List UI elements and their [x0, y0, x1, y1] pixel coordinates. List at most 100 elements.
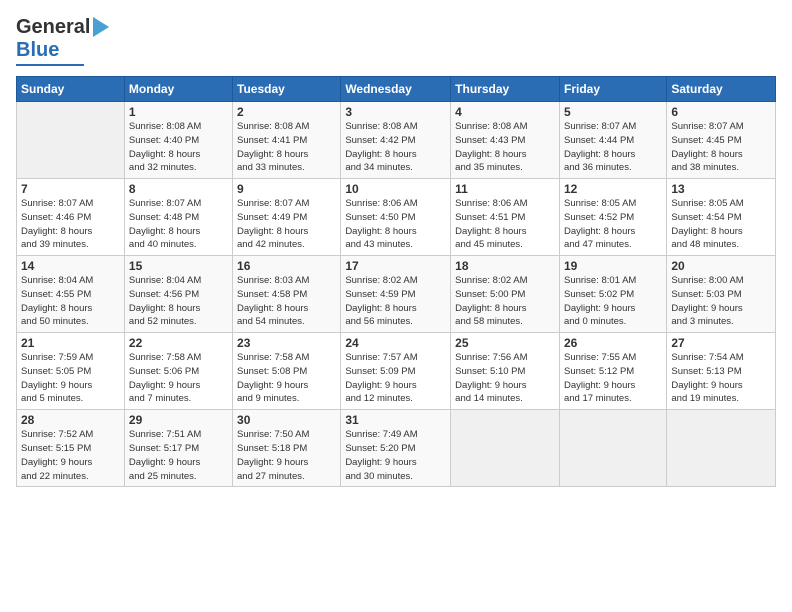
- day-info: Sunrise: 8:07 AM Sunset: 4:48 PM Dayligh…: [129, 197, 228, 252]
- day-number: 7: [21, 182, 120, 196]
- calendar-cell: 1Sunrise: 8:08 AM Sunset: 4:40 PM Daylig…: [124, 102, 232, 179]
- calendar-cell: [667, 410, 776, 487]
- day-info: Sunrise: 8:02 AM Sunset: 5:00 PM Dayligh…: [455, 274, 555, 329]
- day-number: 5: [564, 105, 662, 119]
- day-number: 28: [21, 413, 120, 427]
- day-number: 25: [455, 336, 555, 350]
- day-number: 21: [21, 336, 120, 350]
- day-number: 26: [564, 336, 662, 350]
- day-info: Sunrise: 8:07 AM Sunset: 4:46 PM Dayligh…: [21, 197, 120, 252]
- calendar-cell: 2Sunrise: 8:08 AM Sunset: 4:41 PM Daylig…: [233, 102, 341, 179]
- day-info: Sunrise: 8:04 AM Sunset: 4:55 PM Dayligh…: [21, 274, 120, 329]
- day-info: Sunrise: 7:49 AM Sunset: 5:20 PM Dayligh…: [345, 428, 446, 483]
- day-number: 11: [455, 182, 555, 196]
- calendar-cell: [17, 102, 125, 179]
- day-number: 16: [237, 259, 336, 273]
- day-number: 14: [21, 259, 120, 273]
- calendar-cell: 17Sunrise: 8:02 AM Sunset: 4:59 PM Dayli…: [341, 256, 451, 333]
- calendar-cell: 21Sunrise: 7:59 AM Sunset: 5:05 PM Dayli…: [17, 333, 125, 410]
- week-row-4: 28Sunrise: 7:52 AM Sunset: 5:15 PM Dayli…: [17, 410, 776, 487]
- day-info: Sunrise: 8:05 AM Sunset: 4:52 PM Dayligh…: [564, 197, 662, 252]
- calendar-cell: 8Sunrise: 8:07 AM Sunset: 4:48 PM Daylig…: [124, 179, 232, 256]
- day-info: Sunrise: 7:52 AM Sunset: 5:15 PM Dayligh…: [21, 428, 120, 483]
- calendar-cell: 12Sunrise: 8:05 AM Sunset: 4:52 PM Dayli…: [559, 179, 666, 256]
- day-number: 4: [455, 105, 555, 119]
- week-row-0: 1Sunrise: 8:08 AM Sunset: 4:40 PM Daylig…: [17, 102, 776, 179]
- day-header-sunday: Sunday: [17, 77, 125, 102]
- day-header-saturday: Saturday: [667, 77, 776, 102]
- day-header-wednesday: Wednesday: [341, 77, 451, 102]
- day-info: Sunrise: 7:50 AM Sunset: 5:18 PM Dayligh…: [237, 428, 336, 483]
- day-info: Sunrise: 8:08 AM Sunset: 4:40 PM Dayligh…: [129, 120, 228, 175]
- calendar-cell: 23Sunrise: 7:58 AM Sunset: 5:08 PM Dayli…: [233, 333, 341, 410]
- day-info: Sunrise: 8:08 AM Sunset: 4:41 PM Dayligh…: [237, 120, 336, 175]
- day-number: 22: [129, 336, 228, 350]
- day-number: 8: [129, 182, 228, 196]
- calendar-cell: 11Sunrise: 8:06 AM Sunset: 4:51 PM Dayli…: [451, 179, 560, 256]
- calendar-cell: 22Sunrise: 7:58 AM Sunset: 5:06 PM Dayli…: [124, 333, 232, 410]
- day-number: 18: [455, 259, 555, 273]
- calendar-cell: 31Sunrise: 7:49 AM Sunset: 5:20 PM Dayli…: [341, 410, 451, 487]
- logo-blue: Blue: [16, 39, 59, 62]
- calendar-cell: 28Sunrise: 7:52 AM Sunset: 5:15 PM Dayli…: [17, 410, 125, 487]
- calendar-cell: 29Sunrise: 7:51 AM Sunset: 5:17 PM Dayli…: [124, 410, 232, 487]
- day-number: 2: [237, 105, 336, 119]
- day-info: Sunrise: 8:08 AM Sunset: 4:42 PM Dayligh…: [345, 120, 446, 175]
- day-number: 19: [564, 259, 662, 273]
- day-info: Sunrise: 7:59 AM Sunset: 5:05 PM Dayligh…: [21, 351, 120, 406]
- calendar-cell: [451, 410, 560, 487]
- logo: General Blue: [16, 16, 109, 66]
- calendar-cell: 5Sunrise: 8:07 AM Sunset: 4:44 PM Daylig…: [559, 102, 666, 179]
- day-number: 23: [237, 336, 336, 350]
- day-number: 20: [671, 259, 771, 273]
- day-number: 15: [129, 259, 228, 273]
- day-number: 9: [237, 182, 336, 196]
- day-number: 27: [671, 336, 771, 350]
- day-info: Sunrise: 8:06 AM Sunset: 4:50 PM Dayligh…: [345, 197, 446, 252]
- calendar-cell: 4Sunrise: 8:08 AM Sunset: 4:43 PM Daylig…: [451, 102, 560, 179]
- calendar-cell: 13Sunrise: 8:05 AM Sunset: 4:54 PM Dayli…: [667, 179, 776, 256]
- header-row: SundayMondayTuesdayWednesdayThursdayFrid…: [17, 77, 776, 102]
- calendar-cell: 3Sunrise: 8:08 AM Sunset: 4:42 PM Daylig…: [341, 102, 451, 179]
- day-info: Sunrise: 8:01 AM Sunset: 5:02 PM Dayligh…: [564, 274, 662, 329]
- day-info: Sunrise: 7:58 AM Sunset: 5:08 PM Dayligh…: [237, 351, 336, 406]
- day-info: Sunrise: 7:58 AM Sunset: 5:06 PM Dayligh…: [129, 351, 228, 406]
- calendar-cell: 26Sunrise: 7:55 AM Sunset: 5:12 PM Dayli…: [559, 333, 666, 410]
- calendar-cell: 25Sunrise: 7:56 AM Sunset: 5:10 PM Dayli…: [451, 333, 560, 410]
- calendar-cell: 14Sunrise: 8:04 AM Sunset: 4:55 PM Dayli…: [17, 256, 125, 333]
- day-info: Sunrise: 7:54 AM Sunset: 5:13 PM Dayligh…: [671, 351, 771, 406]
- calendar-cell: 15Sunrise: 8:04 AM Sunset: 4:56 PM Dayli…: [124, 256, 232, 333]
- day-info: Sunrise: 8:02 AM Sunset: 4:59 PM Dayligh…: [345, 274, 446, 329]
- calendar-cell: 20Sunrise: 8:00 AM Sunset: 5:03 PM Dayli…: [667, 256, 776, 333]
- day-info: Sunrise: 8:03 AM Sunset: 4:58 PM Dayligh…: [237, 274, 336, 329]
- calendar-cell: 16Sunrise: 8:03 AM Sunset: 4:58 PM Dayli…: [233, 256, 341, 333]
- calendar-cell: 9Sunrise: 8:07 AM Sunset: 4:49 PM Daylig…: [233, 179, 341, 256]
- calendar-cell: 19Sunrise: 8:01 AM Sunset: 5:02 PM Dayli…: [559, 256, 666, 333]
- day-info: Sunrise: 8:08 AM Sunset: 4:43 PM Dayligh…: [455, 120, 555, 175]
- day-number: 6: [671, 105, 771, 119]
- calendar-cell: 10Sunrise: 8:06 AM Sunset: 4:50 PM Dayli…: [341, 179, 451, 256]
- day-number: 30: [237, 413, 336, 427]
- calendar-cell: 30Sunrise: 7:50 AM Sunset: 5:18 PM Dayli…: [233, 410, 341, 487]
- header: General Blue: [16, 16, 776, 66]
- day-info: Sunrise: 7:56 AM Sunset: 5:10 PM Dayligh…: [455, 351, 555, 406]
- week-row-2: 14Sunrise: 8:04 AM Sunset: 4:55 PM Dayli…: [17, 256, 776, 333]
- calendar-table: SundayMondayTuesdayWednesdayThursdayFrid…: [16, 76, 776, 487]
- day-number: 24: [345, 336, 446, 350]
- calendar-cell: 7Sunrise: 8:07 AM Sunset: 4:46 PM Daylig…: [17, 179, 125, 256]
- day-number: 10: [345, 182, 446, 196]
- day-number: 31: [345, 413, 446, 427]
- day-header-monday: Monday: [124, 77, 232, 102]
- day-number: 17: [345, 259, 446, 273]
- day-header-friday: Friday: [559, 77, 666, 102]
- day-info: Sunrise: 8:05 AM Sunset: 4:54 PM Dayligh…: [671, 197, 771, 252]
- calendar-cell: 6Sunrise: 8:07 AM Sunset: 4:45 PM Daylig…: [667, 102, 776, 179]
- calendar-cell: 18Sunrise: 8:02 AM Sunset: 5:00 PM Dayli…: [451, 256, 560, 333]
- day-number: 3: [345, 105, 446, 119]
- calendar-cell: 24Sunrise: 7:57 AM Sunset: 5:09 PM Dayli…: [341, 333, 451, 410]
- day-header-thursday: Thursday: [451, 77, 560, 102]
- day-header-tuesday: Tuesday: [233, 77, 341, 102]
- day-info: Sunrise: 8:07 AM Sunset: 4:44 PM Dayligh…: [564, 120, 662, 175]
- page-container: General Blue SundayMondayTuesdayWednesda…: [0, 0, 792, 495]
- day-number: 13: [671, 182, 771, 196]
